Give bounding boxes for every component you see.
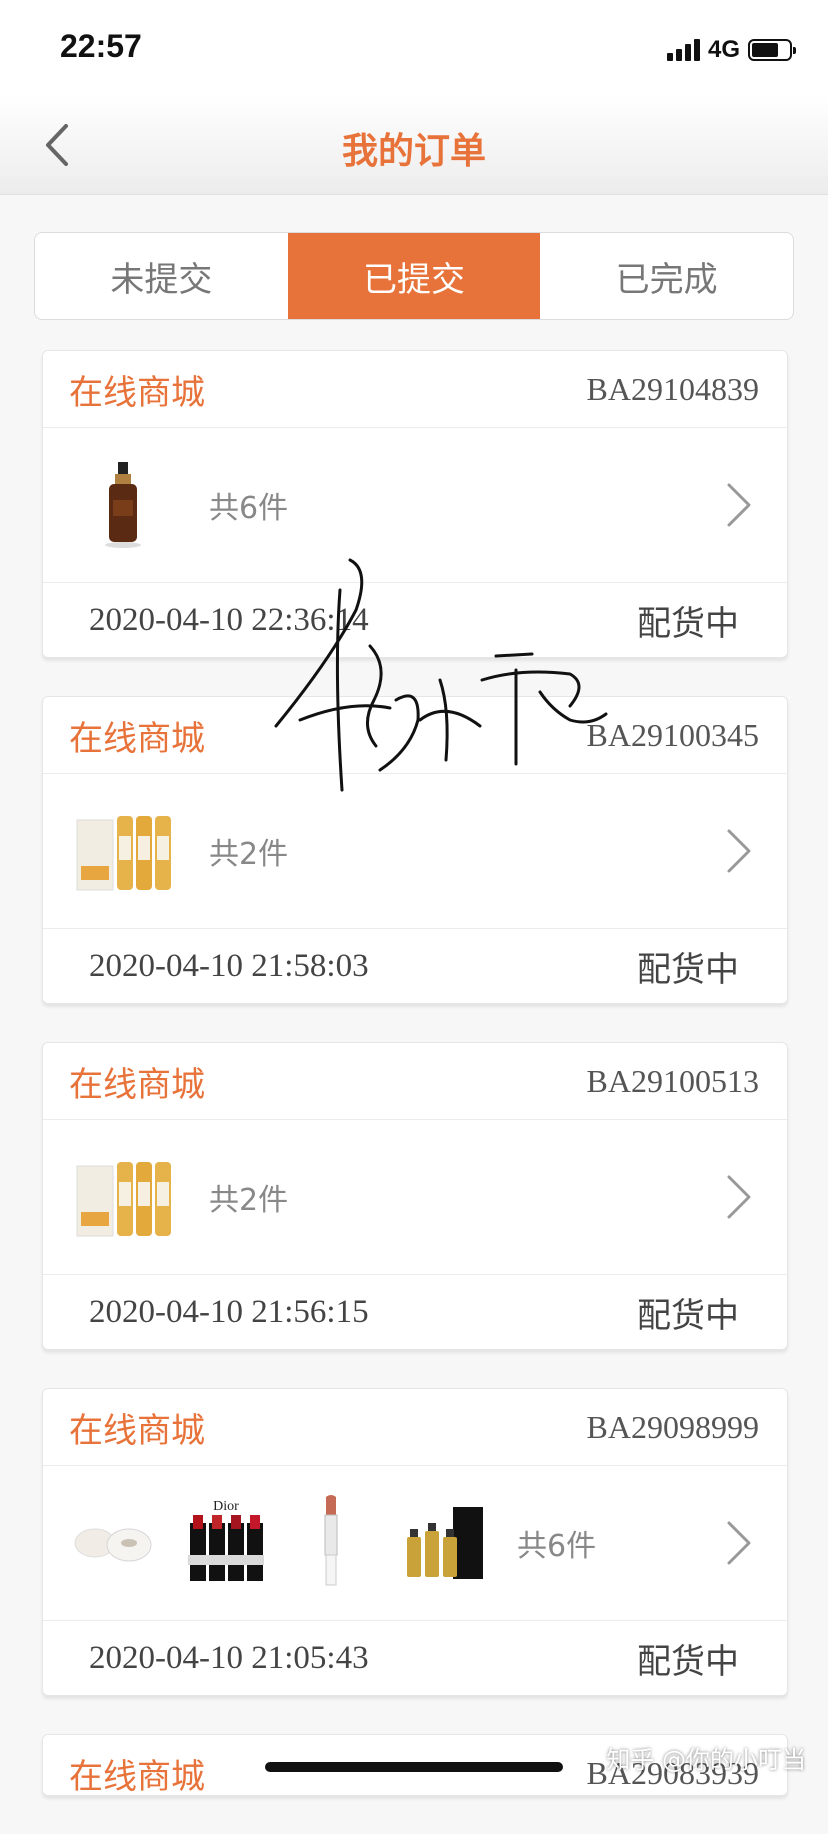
lipstick-set-image: Dior: [181, 1493, 271, 1593]
status-time: 22:57: [60, 28, 142, 64]
serum-bottle-image: [73, 455, 173, 555]
order-time: 2020-04-10 21:58:03: [89, 947, 369, 984]
chevron-right-icon: [727, 1521, 751, 1565]
order-footer: 2020-04-10 21:58:03 配货中: [43, 929, 787, 1003]
item-count: 共2件: [209, 837, 289, 872]
order-status: 配货中: [637, 603, 739, 644]
chevron-right-icon: [727, 483, 751, 527]
order-time: 2020-04-10 21:05:43: [89, 1639, 369, 1676]
item-count: 共6件: [209, 491, 289, 526]
order-items[interactable]: 共2件: [43, 774, 787, 929]
item-count: 共6件: [517, 1529, 597, 1564]
order-header: 在线商城 BA29100345: [43, 697, 787, 774]
order-footer: 2020-04-10 21:56:15 配货中: [43, 1275, 787, 1349]
lipstick-image: [311, 1493, 351, 1593]
order-time: 2020-04-10 22:36:14: [89, 601, 369, 638]
toner-set-image: [73, 1147, 173, 1247]
page-title: 我的订单: [341, 131, 486, 172]
tab-unsubmitted[interactable]: 未提交: [35, 233, 288, 319]
shop-name: 在线商城: [69, 1410, 205, 1451]
order-card[interactable]: 在线商城 BA29100345 共2件 2020-04-10 21:58:03 …: [42, 696, 788, 1004]
order-header: 在线商城 BA29100513: [43, 1043, 787, 1120]
network-type: 4G: [707, 36, 740, 63]
order-header: 在线商城 BA29104839: [43, 351, 787, 428]
order-number: BA29100513: [586, 1062, 759, 1099]
shop-name: 在线商城: [69, 718, 205, 759]
order-number: BA29098999: [586, 1408, 759, 1445]
tab-submitted[interactable]: 已提交: [287, 233, 541, 319]
order-tabs: 未提交 已提交 已完成: [34, 232, 794, 320]
order-card[interactable]: 在线商城 BA29100513 共2件 2020-04-10 21:56:15 …: [42, 1042, 788, 1350]
order-card[interactable]: 在线商城 BA29104839 共6件 2020-04-10 22:36:14 …: [42, 350, 788, 658]
tab-completed[interactable]: 已完成: [540, 233, 793, 319]
order-number: BA29104839: [586, 370, 759, 407]
chevron-right-icon: [727, 1175, 751, 1219]
item-count: 共2件: [209, 1183, 289, 1218]
shop-name: 在线商城: [69, 372, 205, 413]
battery-icon: [748, 39, 796, 61]
order-header: 在线商城 BA29098999: [43, 1389, 787, 1466]
order-status: 配货中: [637, 1641, 739, 1682]
signal-icon: [666, 39, 700, 61]
nav-bar: 我的订单: [0, 96, 828, 195]
shop-name: 在线商城: [69, 1756, 205, 1796]
order-footer: 2020-04-10 21:05:43 配货中: [43, 1621, 787, 1695]
order-items[interactable]: 共6件: [43, 428, 787, 583]
cushion-compact-image: [71, 1493, 155, 1593]
serum-set-image: [397, 1493, 487, 1593]
order-items[interactable]: 共2件: [43, 1120, 787, 1275]
chevron-right-icon: [727, 829, 751, 873]
watermark: 知乎 @你的小叮当: [606, 1746, 806, 1774]
brand-label: Dior: [213, 1499, 239, 1514]
order-footer: 2020-04-10 22:36:14 配货中: [43, 583, 787, 657]
order-status: 配货中: [637, 949, 739, 990]
order-list: 在线商城 BA29104839 共6件 2020-04-10 22:36:14 …: [42, 350, 788, 1834]
order-number: BA29100345: [586, 716, 759, 753]
toner-set-image: [73, 801, 173, 901]
order-status: 配货中: [637, 1295, 739, 1336]
status-bar: 22:57 4G: [0, 0, 828, 96]
home-indicator[interactable]: [265, 1762, 563, 1772]
order-card[interactable]: 在线商城 BA29098999 Dior 共6件 2020-04-10 21:0…: [42, 1388, 788, 1696]
shop-name: 在线商城: [69, 1064, 205, 1105]
status-icons: 4G: [666, 36, 796, 64]
order-time: 2020-04-10 21:56:15: [89, 1293, 369, 1330]
order-items[interactable]: Dior 共6件: [43, 1466, 787, 1621]
